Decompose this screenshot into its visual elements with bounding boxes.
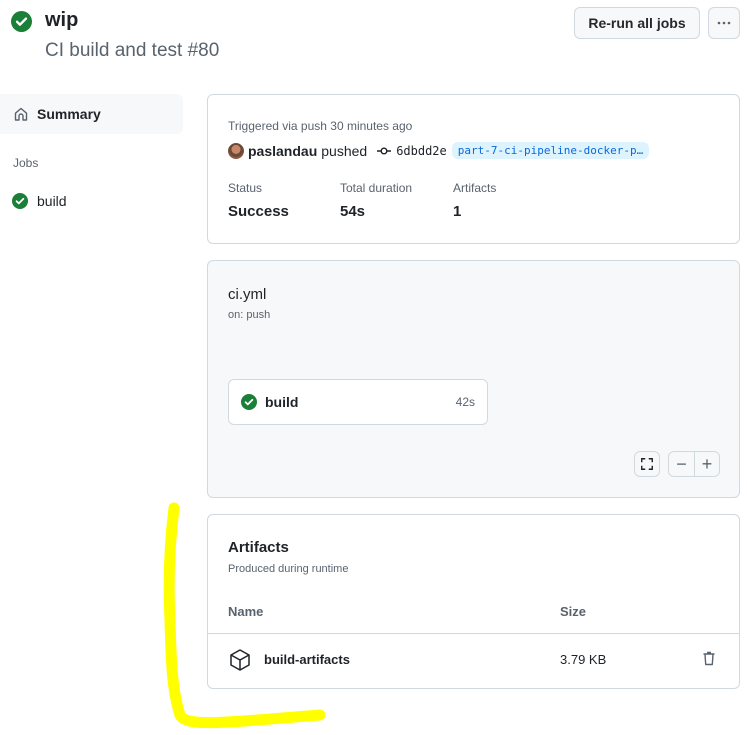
stat-label: Artifacts (453, 181, 497, 195)
stat-value: Success (228, 203, 289, 220)
delete-artifact-button[interactable] (702, 650, 716, 671)
check-circle-fill-icon (11, 11, 32, 32)
run-summary-card: Triggered via push 30 minutes ago paslan… (207, 94, 740, 244)
stat-status: Status Success (228, 181, 289, 220)
column-header-name: Name (228, 604, 264, 619)
job-duration: 42s (455, 395, 475, 409)
branch-label[interactable]: part-7-ci-pipeline-docker-p… (451, 142, 650, 159)
stat-value: 54s (340, 203, 366, 220)
artifact-size: 3.79 KB (560, 652, 607, 667)
artifacts-subtitle: Produced during runtime (228, 563, 349, 575)
fullscreen-icon (641, 458, 653, 470)
kebab-horizontal-icon (717, 21, 731, 25)
workflow-trigger: on: push (228, 309, 271, 321)
run-title: wip (45, 9, 79, 31)
stat-artifacts: Artifacts 1 (453, 181, 496, 220)
job-name: build (265, 394, 299, 410)
actor-link[interactable]: paslandau (248, 143, 317, 159)
rerun-all-jobs-button[interactable]: Re-run all jobs (574, 7, 700, 39)
fullscreen-button[interactable] (634, 451, 660, 477)
zoom-out-button[interactable]: − (669, 452, 694, 476)
more-options-button[interactable] (708, 7, 740, 39)
stat-value: 1 (453, 203, 462, 220)
sidebar-item-label: build (37, 193, 67, 209)
push-info: paslandau pushed 6dbdd2e part-7-ci-pipel… (228, 142, 650, 159)
artifacts-title: Artifacts (228, 539, 289, 556)
trash-icon (703, 651, 715, 666)
commit-sha-link[interactable]: 6dbdd2e (396, 144, 447, 158)
artifacts-card: Artifacts Produced during runtime Name S… (207, 514, 740, 689)
push-action: pushed (321, 142, 368, 159)
stat-duration: Total duration 54s (340, 181, 412, 220)
workflow-graph-card: ci.yml on: push build 42s − + (207, 260, 740, 498)
job-node-build[interactable]: build 42s (228, 379, 488, 425)
check-circle-fill-icon (241, 394, 257, 410)
package-icon (230, 649, 250, 671)
zoom-controls: − + (668, 451, 720, 477)
stat-label: Status (228, 181, 263, 195)
sidebar-jobs-heading: Jobs (13, 156, 39, 170)
zoom-in-button[interactable]: + (693, 452, 719, 476)
trigger-info: Triggered via push 30 minutes ago (228, 119, 413, 133)
sidebar-item-label: Summary (37, 106, 101, 122)
stat-label: Total duration (340, 181, 413, 195)
home-icon (14, 107, 28, 121)
sidebar-item-summary[interactable]: Summary (0, 94, 183, 134)
table-row: build-artifacts 3.79 KB (208, 634, 739, 688)
workflow-file-name: ci.yml (228, 286, 267, 303)
run-subtitle: CI build and test #80 (45, 40, 220, 61)
check-circle-fill-icon (12, 193, 28, 209)
artifact-download-link[interactable]: build-artifacts (264, 652, 350, 667)
column-header-size: Size (560, 604, 587, 619)
sidebar-item-build[interactable]: build (12, 193, 67, 209)
git-commit-icon (376, 143, 392, 159)
avatar[interactable] (228, 142, 244, 159)
